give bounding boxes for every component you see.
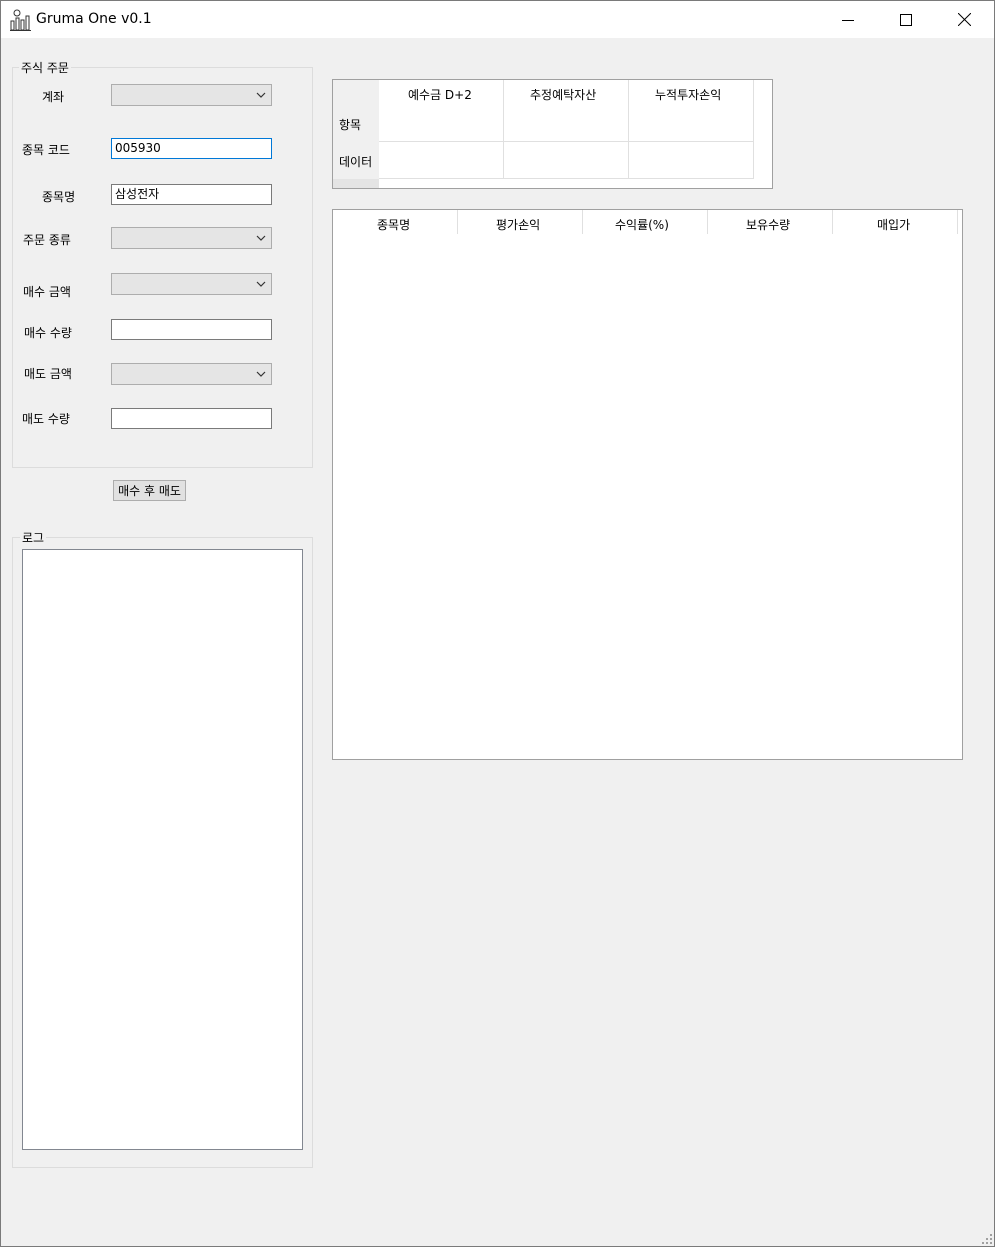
title-bar[interactable]: Gruma One v0.1 — [1, 1, 994, 38]
holdings-col-header[interactable]: 종목명 — [377, 216, 410, 233]
order-type-combo[interactable] — [111, 227, 272, 249]
log-textarea[interactable] — [22, 549, 303, 1150]
main-window: Gruma One v0.1 주식 주문 계좌 종목 코드 005930 종목명… — [0, 0, 995, 1247]
chevron-down-icon — [256, 371, 266, 377]
chevron-down-icon — [256, 281, 266, 287]
order-type-label: 주문 종류 — [23, 233, 71, 247]
buy-price-combo[interactable] — [111, 273, 272, 295]
summary-col-header: 예수금 D+2 — [408, 88, 472, 102]
minimize-icon — [842, 19, 854, 21]
sell-qty-input[interactable] — [111, 408, 272, 429]
minimize-button[interactable] — [819, 1, 877, 38]
name-input[interactable]: 삼성전자 — [111, 184, 272, 205]
summary-row-header: 데이터 — [339, 155, 373, 169]
holdings-grid[interactable]: 종목명 평가손익 수익률(%) 보유수량 매입가 — [332, 209, 963, 760]
account-combo[interactable] — [111, 84, 272, 106]
sell-price-label: 매도 금액 — [24, 367, 72, 381]
buy-qty-label: 매수 수량 — [24, 326, 72, 340]
holdings-col-divider — [707, 210, 708, 234]
summary-row-header: 항목 — [339, 118, 362, 132]
summary-row-divider — [379, 141, 754, 142]
summary-col-header: 누적투자손익 — [655, 88, 722, 102]
summary-col-divider — [753, 80, 754, 179]
window-title: Gruma One v0.1 — [36, 11, 152, 27]
holdings-col-divider — [457, 210, 458, 234]
summary-col-header: 추정예탁자산 — [530, 88, 597, 102]
summary-corner — [333, 179, 379, 188]
account-label: 계좌 — [42, 90, 65, 104]
maximize-button[interactable] — [877, 1, 935, 38]
holdings-col-header[interactable]: 보유수량 — [746, 216, 790, 233]
resize-grip-icon[interactable] — [981, 1233, 993, 1245]
code-input[interactable]: 005930 — [111, 138, 272, 159]
chevron-down-icon — [256, 92, 266, 98]
summary-col-divider — [503, 80, 504, 179]
summary-row-header-column — [333, 80, 379, 188]
maximize-icon — [900, 13, 912, 26]
log-group-legend: 로그 — [20, 529, 47, 546]
holdings-col-header[interactable]: 매입가 — [877, 216, 910, 233]
summary-row-divider — [379, 178, 754, 179]
buy-price-label: 매수 금액 — [23, 285, 71, 299]
close-icon — [957, 13, 971, 26]
close-button[interactable] — [935, 1, 993, 38]
holdings-col-header[interactable]: 수익률(%) — [615, 216, 669, 233]
buy-qty-input[interactable] — [111, 319, 272, 340]
name-label: 종목명 — [42, 190, 76, 204]
chevron-down-icon — [256, 235, 266, 241]
holdings-col-header[interactable]: 평가손익 — [496, 216, 540, 233]
app-icon — [10, 9, 31, 31]
summary-col-divider — [628, 80, 629, 179]
holdings-col-divider — [957, 210, 958, 234]
order-group-legend: 주식 주문 — [19, 59, 71, 76]
buy-then-sell-button[interactable]: 매수 후 매도 — [113, 480, 186, 501]
summary-grid[interactable]: 예수금 D+2 추정예탁자산 누적투자손익 항목 데이터 — [332, 79, 773, 189]
holdings-col-divider — [832, 210, 833, 234]
sell-qty-label: 매도 수량 — [22, 412, 70, 426]
code-label: 종목 코드 — [22, 143, 70, 157]
sell-price-combo[interactable] — [111, 363, 272, 385]
summary-blank-area — [754, 80, 772, 188]
holdings-col-divider — [582, 210, 583, 234]
